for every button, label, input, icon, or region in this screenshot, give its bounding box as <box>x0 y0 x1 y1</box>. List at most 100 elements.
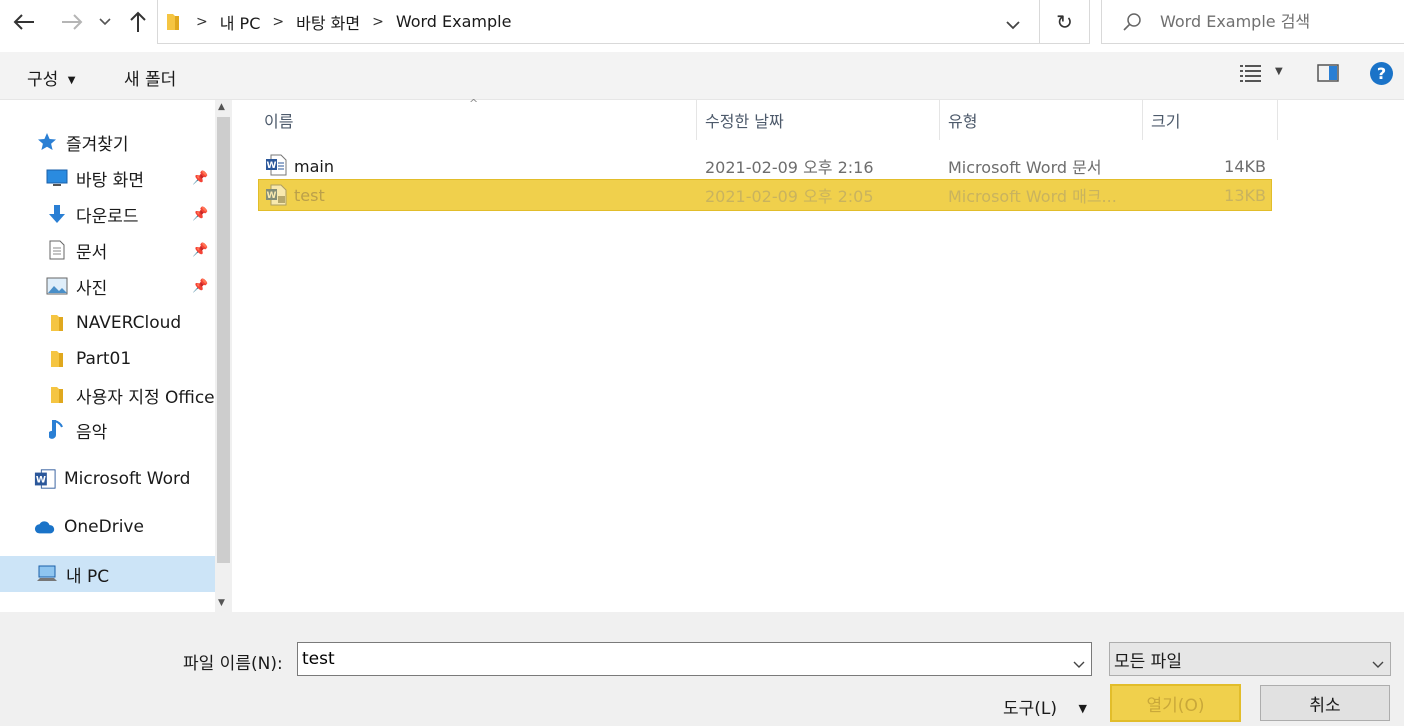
chevron-down-icon <box>99 18 111 26</box>
word-app-icon: W <box>34 468 56 490</box>
pin-icon[interactable]: 📌 <box>192 243 208 258</box>
forward-arrow-icon <box>62 14 83 30</box>
desktop-icon <box>46 167 68 189</box>
scroll-up-icon[interactable]: ▲ <box>218 102 225 112</box>
sidebar-item-label: 사용자 지정 Office <box>76 387 215 408</box>
dropdown-triangle-icon: ▼ <box>1078 702 1087 715</box>
folder-icon <box>46 348 68 370</box>
filename-field[interactable] <box>297 642 1092 676</box>
breadcrumb-separator: > <box>196 13 208 30</box>
preview-pane-icon <box>1317 64 1339 82</box>
search-input[interactable] <box>1160 12 1390 31</box>
chevron-down-icon[interactable] <box>1073 654 1085 673</box>
sidebar-item-part01[interactable]: Part01 <box>0 341 215 377</box>
music-note-icon <box>46 419 68 441</box>
pin-icon[interactable]: 📌 <box>192 207 208 222</box>
file-size: 13KB <box>1224 185 1266 205</box>
sidebar-item-navercloud[interactable]: NAVERCloud <box>0 305 215 341</box>
sidebar-item-label: 사진 <box>76 278 108 299</box>
sidebar-item-label: Microsoft Word <box>64 469 191 489</box>
sidebar-item-onedrive[interactable]: OneDrive <box>0 509 215 545</box>
file-modified: 2021-02-09 오후 2:05 <box>705 187 874 206</box>
view-options-dropdown-icon[interactable]: ▼ <box>1275 66 1283 77</box>
sidebar-item-music[interactable]: 음악 <box>0 412 215 448</box>
column-header-label: 유형 <box>948 112 978 131</box>
word-document-icon: W <box>265 154 287 180</box>
refresh-button[interactable]: ↻ <box>1040 0 1090 44</box>
table-row[interactable]: W main 2021-02-09 오후 2:16 Microsoft Word… <box>258 151 1272 181</box>
sidebar-item-label: OneDrive <box>64 517 144 537</box>
star-icon <box>36 131 58 153</box>
search-icon <box>1123 12 1141 31</box>
column-header-label: 수정한 날짜 <box>705 112 784 131</box>
column-header-modified[interactable]: 수정한 날짜 <box>697 100 940 140</box>
organize-button[interactable]: 구성 ▼ <box>27 65 75 90</box>
breadcrumb-word-example[interactable]: Word Example <box>396 12 512 31</box>
sidebar-item-this-pc[interactable]: 내 PC <box>0 556 215 592</box>
svg-text:W: W <box>267 191 277 201</box>
dropdown-triangle-icon: ▼ <box>67 75 76 86</box>
sidebar-item-label: 문서 <box>76 242 108 263</box>
download-arrow-icon <box>46 203 68 225</box>
svg-text:W: W <box>267 161 277 171</box>
filename-input[interactable] <box>298 649 1058 669</box>
sidebar-item-downloads[interactable]: 다운로드 📌 <box>0 196 215 232</box>
address-dropdown-icon[interactable] <box>1006 15 1020 34</box>
up-arrow-icon <box>130 11 146 32</box>
sidebar-scroll-thumb[interactable] <box>217 117 230 563</box>
sidebar-item-documents[interactable]: 문서 📌 <box>0 232 215 268</box>
refresh-icon: ↻ <box>1056 9 1073 34</box>
file-name: main <box>294 156 334 176</box>
svg-text:W: W <box>36 475 46 486</box>
sidebar-item-microsoft-word[interactable]: W Microsoft Word <box>0 461 215 497</box>
help-icon: ? <box>1376 64 1387 83</box>
pin-icon[interactable]: 📌 <box>192 279 208 294</box>
cloud-icon <box>34 516 56 538</box>
column-header-label: 이름 <box>264 112 294 131</box>
scroll-down-icon[interactable]: ▼ <box>218 598 225 608</box>
file-name: test <box>294 185 325 205</box>
cancel-button[interactable]: 취소 <box>1260 685 1390 721</box>
breadcrumb-separator: > <box>272 13 285 30</box>
sidebar-item-desktop[interactable]: 바탕 화면 📌 <box>0 160 215 196</box>
file-type: Microsoft Word 매크... <box>948 187 1117 206</box>
sidebar-item-label: Part01 <box>76 349 132 369</box>
back-arrow-icon <box>13 14 34 30</box>
breadcrumb-desktop[interactable]: 바탕 화면 <box>296 10 360 34</box>
change-view-button[interactable] <box>1240 64 1262 86</box>
column-header-size[interactable]: 크기 <box>1143 100 1278 140</box>
sidebar-item-label: 바탕 화면 <box>76 170 144 191</box>
details-view-icon <box>1240 65 1261 82</box>
sidebar-item-label: 내 PC <box>66 566 110 587</box>
column-header-name[interactable]: 이름 <box>256 100 697 140</box>
back-button[interactable] <box>10 6 38 38</box>
help-button[interactable]: ? <box>1370 62 1393 85</box>
sidebar-quick-access[interactable]: 즐겨찾기 <box>0 124 215 160</box>
table-row-selected[interactable]: W test 2021-02-09 오후 2:05 Microsoft Word… <box>258 179 1272 211</box>
tools-button[interactable]: 도구(L) ▼ <box>1003 694 1087 719</box>
chevron-down-icon <box>1372 654 1384 674</box>
file-modified: 2021-02-09 오후 2:16 <box>705 158 874 177</box>
column-header-label: 크기 <box>1151 112 1181 131</box>
breadcrumb-separator: > <box>372 13 384 30</box>
sidebar-item-label: 즐겨찾기 <box>66 134 129 155</box>
pin-icon[interactable]: 📌 <box>192 171 208 186</box>
filetype-select[interactable]: 모든 파일 <box>1109 642 1391 676</box>
up-button[interactable] <box>124 6 152 38</box>
folder-icon <box>46 312 68 334</box>
document-icon <box>46 239 68 261</box>
address-bar[interactable]: > 내 PC > 바탕 화면 > Word Example <box>157 0 1040 44</box>
breadcrumb-this-pc[interactable]: 내 PC <box>220 10 261 34</box>
toolbar <box>0 52 1404 100</box>
search-box[interactable] <box>1101 0 1404 44</box>
new-folder-button[interactable]: 새 폴더 <box>124 65 176 90</box>
sidebar-item-pictures[interactable]: 사진 📌 <box>0 268 215 304</box>
sidebar-item-custom-office[interactable]: 사용자 지정 Office <box>0 377 215 413</box>
column-header-type[interactable]: 유형 <box>940 100 1143 140</box>
word-macro-document-icon: W <box>265 184 287 210</box>
open-button[interactable]: 열기(O) <box>1110 684 1241 722</box>
forward-button[interactable] <box>58 6 86 38</box>
picture-icon <box>46 275 68 297</box>
preview-pane-button[interactable] <box>1317 64 1339 86</box>
recent-locations-button[interactable] <box>94 6 116 38</box>
